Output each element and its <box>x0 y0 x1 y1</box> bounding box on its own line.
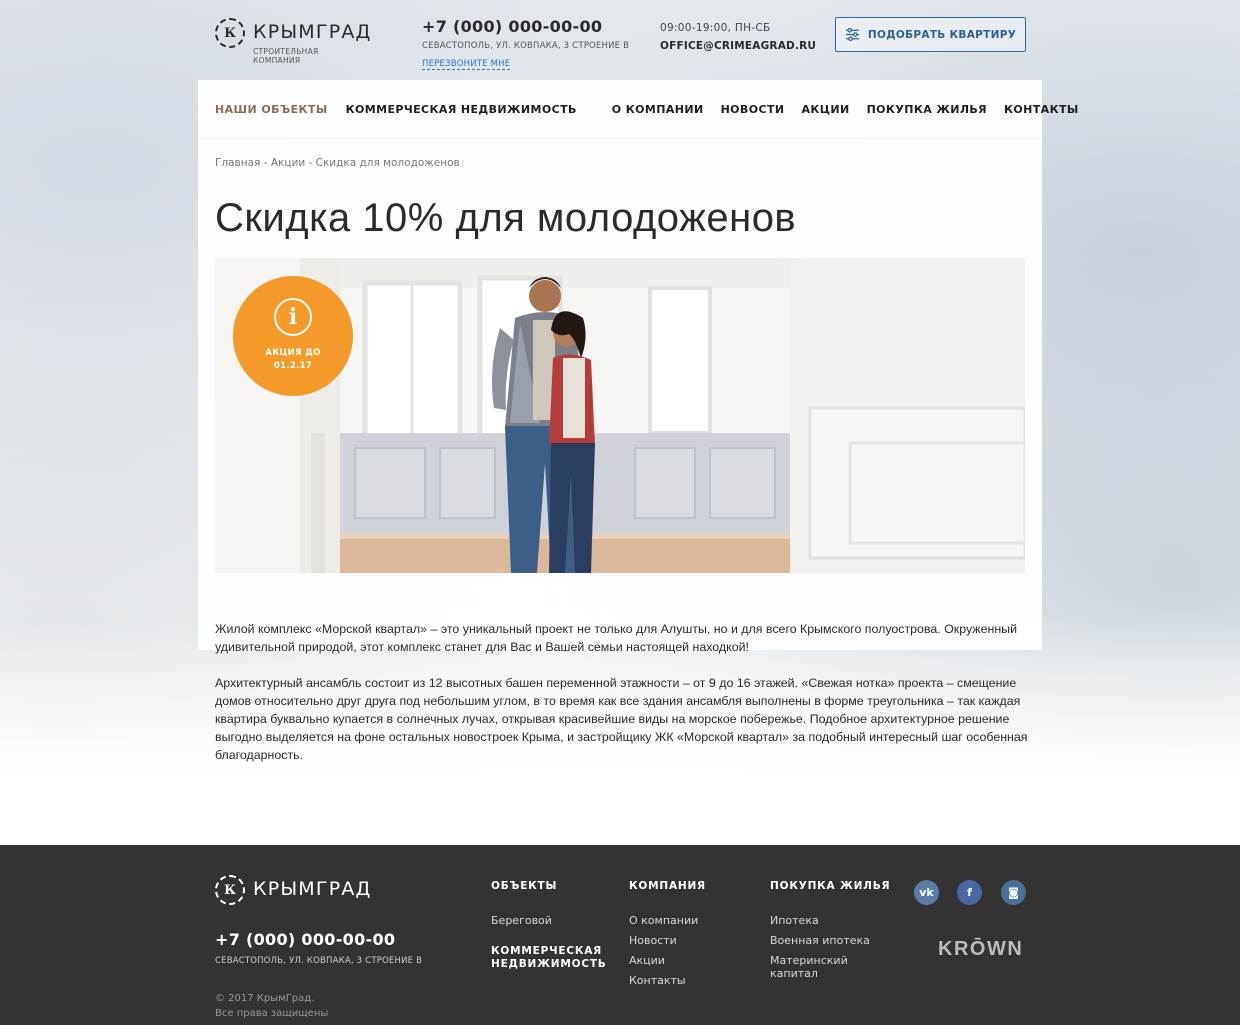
header-email[interactable]: OFFICE@CRIMEAGRAD.RU <box>660 40 816 52</box>
breadcrumb-current: Скидка для молодоженов <box>315 157 460 169</box>
footer-link-contacts[interactable]: Контакты <box>629 974 706 987</box>
badge-label: АКЦИЯ ДО <box>265 348 321 358</box>
footer-col-title: ОБЪЕКТЫ <box>491 880 558 892</box>
facebook-icon[interactable]: f <box>957 880 982 905</box>
footer-address: СЕВАСТОПОЛЬ, УЛ. КОВПАКА, 3 СТРОЕНИЕ В <box>215 956 423 966</box>
header-address: СЕВАСТОПОЛЬ, УЛ. КОВПАКА, 3 СТРОЕНИЕ В <box>422 41 630 51</box>
working-hours: 09:00-19:00, ПН-СБ <box>660 22 771 34</box>
footer-link-promotions[interactable]: Акции <box>629 954 706 967</box>
footer-logo-name: КРЫМГРАД <box>253 878 372 900</box>
header: К КРЫМГРАД СТРОИТЕЛЬНАЯ КОМПАНИЯ +7 (000… <box>215 14 1026 74</box>
footer-col-objects: ОБЪЕКТЫ Береговой КОММЕРЧЕСКАЯ НЕДВИЖИМО… <box>491 880 611 971</box>
logo-name: КРЫМГРАД <box>253 21 372 43</box>
rights-text: Все права защищены <box>215 1008 329 1019</box>
footer-link-news[interactable]: Новости <box>629 934 706 947</box>
nav-item-buying[interactable]: ПОКУПКА ЖИЛЬЯ <box>867 103 987 116</box>
footer-copyright: © 2017 КрымГрад. Все права защищены <box>215 991 328 1021</box>
breadcrumb: Главная - Акции - Скидка для молодоженов <box>215 157 460 169</box>
footer-link-military-mortgage[interactable]: Военная ипотека <box>770 934 890 947</box>
instagram-icon[interactable]: ◙ <box>1001 880 1026 905</box>
pick-apartment-label: ПОДОБРАТЬ КВАРТИРУ <box>867 28 1017 41</box>
nav-item-about[interactable]: О КОМПАНИИ <box>612 103 704 116</box>
nav-item-promotions[interactable]: АКЦИИ <box>801 103 849 116</box>
info-icon: i <box>274 298 312 336</box>
nav-item-commercial[interactable]: КОММЕРЧЕСКАЯ НЕДВИЖИМОСТЬ <box>346 103 577 116</box>
paragraph-1: Жилой комплекс «Морской квартал» – это у… <box>215 622 1017 654</box>
footer-col-buying: ПОКУПКА ЖИЛЬЯ Ипотека Военная ипотека Ма… <box>770 880 890 987</box>
breadcrumb-promotions[interactable]: Акции <box>271 157 305 169</box>
footer-link-about[interactable]: О компании <box>629 914 706 927</box>
badge-date: 01.2.17 <box>273 361 313 371</box>
contact-block: +7 (000) 000-00-00 СЕВАСТОПОЛЬ, УЛ. КОВП… <box>422 17 629 70</box>
breadcrumb-separator: - <box>260 157 271 169</box>
breadcrumb-home[interactable]: Главная <box>215 157 260 169</box>
footer: К КРЫМГРАД +7 (000) 000-00-00 СЕВАСТОПОЛ… <box>0 845 1240 1025</box>
nav-divider <box>198 138 1042 139</box>
footer-link-maternity-capital[interactable]: Материнский капитал <box>770 954 870 980</box>
footer-col-company: КОМПАНИЯ О компании Новости Акции Контак… <box>629 880 706 994</box>
footer-col-title: ПОКУПКА ЖИЛЬЯ <box>770 880 891 892</box>
nav-item-contacts[interactable]: КОНТАКТЫ <box>1004 103 1079 116</box>
logo-mark-icon: К <box>215 18 245 48</box>
header-phone[interactable]: +7 (000) 000-00-00 <box>422 17 629 36</box>
promo-badge: i АКЦИЯ ДО 01.2.17 <box>233 276 353 396</box>
krown-logo[interactable]: KRŌWN <box>938 938 1023 961</box>
paragraph-2: Архитектурный ансамбль состоит из 12 выс… <box>215 676 1028 762</box>
vk-icon[interactable]: vk <box>914 880 939 905</box>
main-nav: НАШИ ОБЪЕКТЫ КОММЕРЧЕСКАЯ НЕДВИЖИМОСТЬ О… <box>215 80 1078 138</box>
page-title: Скидка 10% для молодоженов <box>215 196 797 240</box>
pick-apartment-button[interactable]: ПОДОБРАТЬ КВАРТИРУ <box>835 17 1026 52</box>
footer-logo[interactable]: К КРЫМГРАД <box>215 873 370 917</box>
callback-link[interactable]: ПЕРЕЗВОНИТЕ МНЕ <box>422 59 511 70</box>
logo-subtitle: СТРОИТЕЛЬНАЯ КОМПАНИЯ <box>253 47 319 65</box>
hours-block: 09:00-19:00, ПН-СБ OFFICE@CRIMEAGRAD.RU <box>660 22 816 52</box>
nav-item-objects[interactable]: НАШИ ОБЪЕКТЫ <box>215 103 328 116</box>
sliders-icon <box>845 27 859 42</box>
footer-link-mortgage[interactable]: Ипотека <box>770 914 890 927</box>
logo[interactable]: К КРЫМГРАД СТРОИТЕЛЬНАЯ КОМПАНИЯ <box>215 16 370 65</box>
footer-logo-mark-icon: К <box>215 875 245 905</box>
nav-item-news[interactable]: НОВОСТИ <box>721 103 785 116</box>
footer-col-title: КОМПАНИЯ <box>629 880 706 892</box>
footer-phone[interactable]: +7 (000) 000-00-00 <box>215 930 395 949</box>
breadcrumb-separator: - <box>305 157 316 169</box>
footer-link-beregovoy[interactable]: Береговой <box>491 914 611 927</box>
copyright-text: © 2017 КрымГрад. <box>215 993 315 1004</box>
footer-link-commercial[interactable]: КОММЕРЧЕСКАЯ НЕДВИЖИМОСТЬ <box>491 945 611 971</box>
